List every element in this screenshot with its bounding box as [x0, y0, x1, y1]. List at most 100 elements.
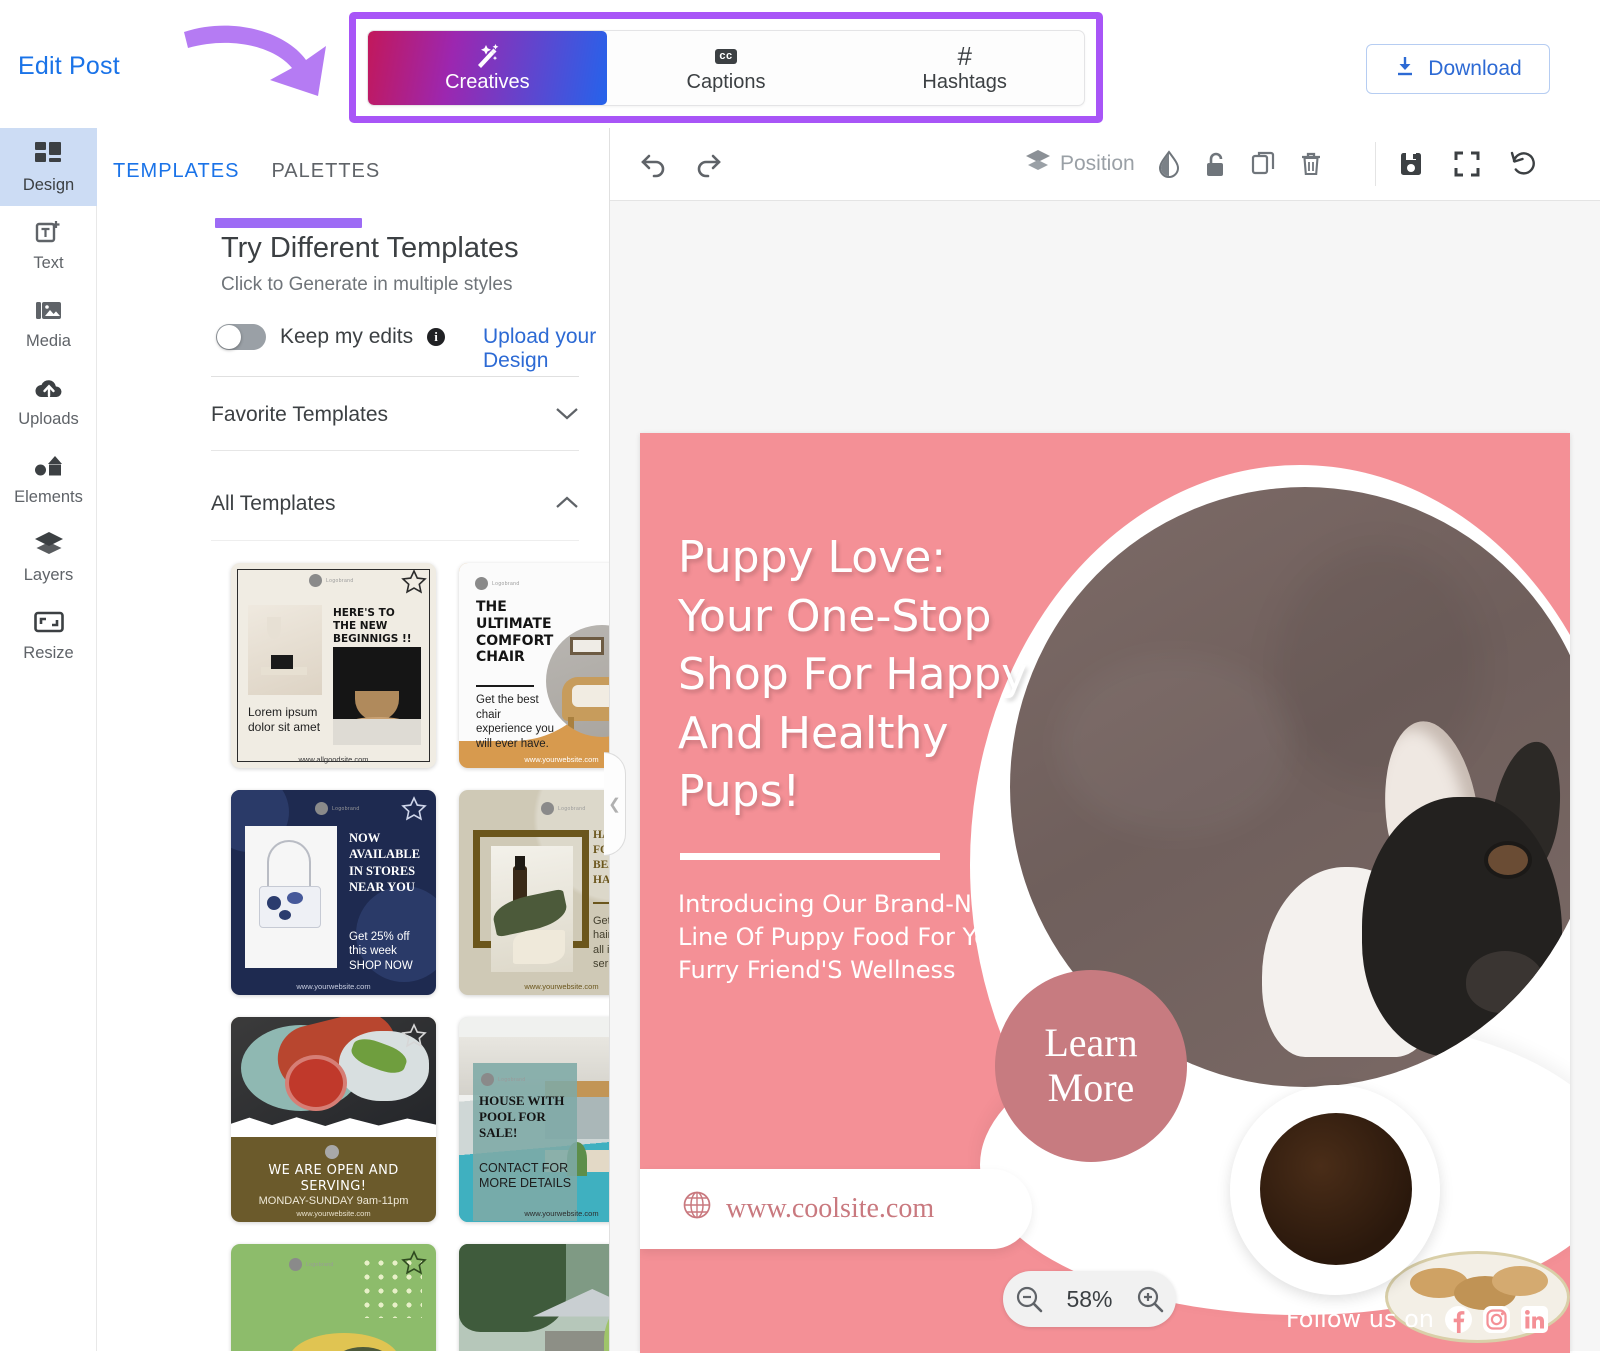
- learn-more-cta[interactable]: Learn More: [995, 970, 1187, 1162]
- position-button[interactable]: Position: [1025, 149, 1135, 179]
- keep-my-edits-toggle[interactable]: [216, 324, 266, 350]
- template-card[interactable]: Logobrand NOW AVAILABLE IN STORES NEAR Y…: [231, 790, 436, 995]
- resize-icon: [33, 607, 64, 637]
- templates-panel: TEMPLATES PALETTES Try Different Templat…: [97, 128, 610, 1351]
- save-disk-icon[interactable]: [1398, 150, 1424, 178]
- templates-tab-underline: [215, 218, 362, 228]
- favorite-star-icon[interactable]: [401, 1023, 427, 1054]
- panel-collapse-handle[interactable]: ❮: [604, 752, 626, 856]
- keep-my-edits-row: Keep my edits i: [216, 324, 446, 350]
- template-headline: THE ULTIMATE COMFORT CHAIR: [476, 599, 554, 666]
- undo-icon[interactable]: [640, 150, 670, 178]
- tab-captions[interactable]: cc Captions: [607, 31, 846, 105]
- droplet-icon[interactable]: [1157, 150, 1181, 178]
- panel-tab-bar: TEMPLATES PALETTES: [97, 160, 609, 210]
- chevron-up-icon[interactable]: [555, 492, 579, 516]
- template-site: www.yourwebsite.com: [524, 1209, 599, 1218]
- template-logo-label: Logobrand: [306, 1261, 334, 1268]
- coffee-liquid: [1260, 1113, 1412, 1265]
- favorite-star-icon[interactable]: [401, 796, 427, 827]
- instagram-icon[interactable]: [1483, 1305, 1510, 1333]
- editor-area: Position Puppy Love: Your One-Stop Shop …: [610, 128, 1600, 1353]
- template-card[interactable]: Logobrand HOUSE WITH POOL FOR SALE! CONT…: [459, 1017, 609, 1222]
- globe-icon: [682, 1190, 712, 1228]
- creative-canvas[interactable]: Puppy Love: Your One-Stop Shop For Happy…: [640, 433, 1570, 1353]
- reset-icon[interactable]: [1510, 150, 1538, 178]
- dog-illustration: [1262, 715, 1569, 1057]
- sidebar-item-resize-label: Resize: [23, 644, 74, 662]
- template-site: www.allgoodsite.com: [298, 755, 369, 764]
- linkedin-icon[interactable]: [1521, 1305, 1548, 1333]
- favorite-templates-section[interactable]: Favorite Templates: [211, 386, 579, 444]
- tab-creatives-label: Creatives: [445, 71, 530, 93]
- creative-subheadline[interactable]: Introducing Our Brand-New Line Of Puppy …: [678, 888, 1028, 987]
- top-bar: Edit Post Creatives cc Captions # Hashta…: [0, 0, 1600, 128]
- download-button[interactable]: Download: [1366, 44, 1550, 94]
- sidebar-item-media[interactable]: Media: [0, 284, 97, 362]
- template-card[interactable]: WE ARE OPEN AND SERVING! MONDAY-SUNDAY 9…: [231, 1017, 436, 1222]
- object-controls: Position: [1025, 149, 1323, 179]
- image-icon: [35, 295, 63, 325]
- sidebar-item-media-label: Media: [26, 332, 71, 350]
- template-site: www.yourwebsite.com: [296, 982, 371, 991]
- chevron-left-icon: ❮: [608, 796, 621, 813]
- unlock-icon[interactable]: [1203, 150, 1229, 178]
- template-body: CONTACT FOR MORE DETAILS: [479, 1161, 572, 1190]
- tab-hashtags-label: Hashtags: [922, 71, 1007, 93]
- sidebar-item-design-label: Design: [22, 176, 75, 194]
- website-pill[interactable]: www.coolsite.com: [640, 1169, 1032, 1249]
- panel-divider-2: [211, 450, 579, 451]
- hashtag-icon: #: [957, 41, 972, 71]
- template-card[interactable]: Logobrand HERE'S TO THE NEW BEGINNIGS !!…: [231, 563, 436, 768]
- text-box-icon: [35, 217, 62, 247]
- template-headline: WE ARE OPEN AND SERVING!: [268, 1163, 399, 1195]
- history-controls: [640, 150, 722, 178]
- sidebar-item-resize[interactable]: Resize: [0, 596, 97, 674]
- download-icon: [1394, 55, 1416, 83]
- template-card[interactable]: Logobrand THE ULTIMATE COMFORT CHAIR Get…: [459, 563, 609, 768]
- template-logo-label: Logobrand: [558, 805, 586, 812]
- tab-creatives[interactable]: Creatives: [368, 31, 607, 105]
- panel-divider-3: [211, 540, 579, 541]
- chevron-down-icon[interactable]: [555, 403, 579, 427]
- tab-templates[interactable]: TEMPLATES: [97, 160, 255, 210]
- cta-line-2: More: [1047, 1065, 1135, 1110]
- creative-headline[interactable]: Puppy Love: Your One-Stop Shop For Happy…: [678, 529, 1038, 822]
- template-card[interactable]: [459, 1244, 609, 1351]
- template-body: Get the best chair experience you will e…: [476, 694, 554, 751]
- sidebar-item-design[interactable]: Design: [0, 128, 97, 206]
- redo-icon[interactable]: [692, 150, 722, 178]
- info-icon[interactable]: i: [427, 328, 446, 346]
- template-site: www.yourwebsite.com: [296, 1209, 371, 1218]
- duplicate-icon[interactable]: [1251, 150, 1277, 178]
- sidebar-item-text-label: Text: [33, 254, 64, 272]
- template-card[interactable]: Logobrand HAIR CARE FOR YOUR BEAUTIFUL H…: [459, 790, 609, 995]
- editor-toolbar: Position: [610, 128, 1600, 201]
- fullscreen-icon[interactable]: [1454, 151, 1480, 177]
- template-card[interactable]: Logobrand: [231, 1244, 436, 1351]
- sidebar-item-layers[interactable]: Layers: [0, 518, 97, 596]
- cloud-upload-icon: [34, 373, 64, 403]
- closed-caption-icon: cc: [715, 43, 737, 69]
- follow-label: Follow us on: [1285, 1305, 1434, 1333]
- zoom-level-label: 58%: [1066, 1285, 1113, 1312]
- zoom-in-icon[interactable]: [1135, 1284, 1165, 1314]
- layout-grid-icon: [35, 139, 62, 169]
- all-templates-section[interactable]: All Templates: [211, 480, 579, 528]
- favorite-star-icon[interactable]: [401, 1250, 427, 1281]
- sidebar-item-uploads[interactable]: Uploads: [0, 362, 97, 440]
- template-headline: HERE'S TO THE NEW BEGINNIGS !!: [333, 607, 412, 646]
- edit-post-link[interactable]: Edit Post: [18, 52, 120, 81]
- facebook-icon[interactable]: [1445, 1305, 1472, 1333]
- favorite-star-icon[interactable]: [401, 569, 427, 600]
- sidebar-item-text[interactable]: Text: [0, 206, 97, 284]
- trash-icon[interactable]: [1299, 150, 1323, 178]
- tab-hashtags[interactable]: # Hashtags: [845, 31, 1084, 105]
- template-logo-label: Logobrand: [492, 580, 520, 587]
- upload-your-design-link[interactable]: Upload your Design: [483, 325, 609, 373]
- tab-captions-label: Captions: [686, 71, 766, 93]
- zoom-out-icon[interactable]: [1014, 1284, 1044, 1314]
- sidebar-item-elements[interactable]: Elements: [0, 440, 97, 518]
- template-site: www.yourwebsite.com: [524, 755, 599, 764]
- tab-palettes[interactable]: PALETTES: [255, 160, 396, 210]
